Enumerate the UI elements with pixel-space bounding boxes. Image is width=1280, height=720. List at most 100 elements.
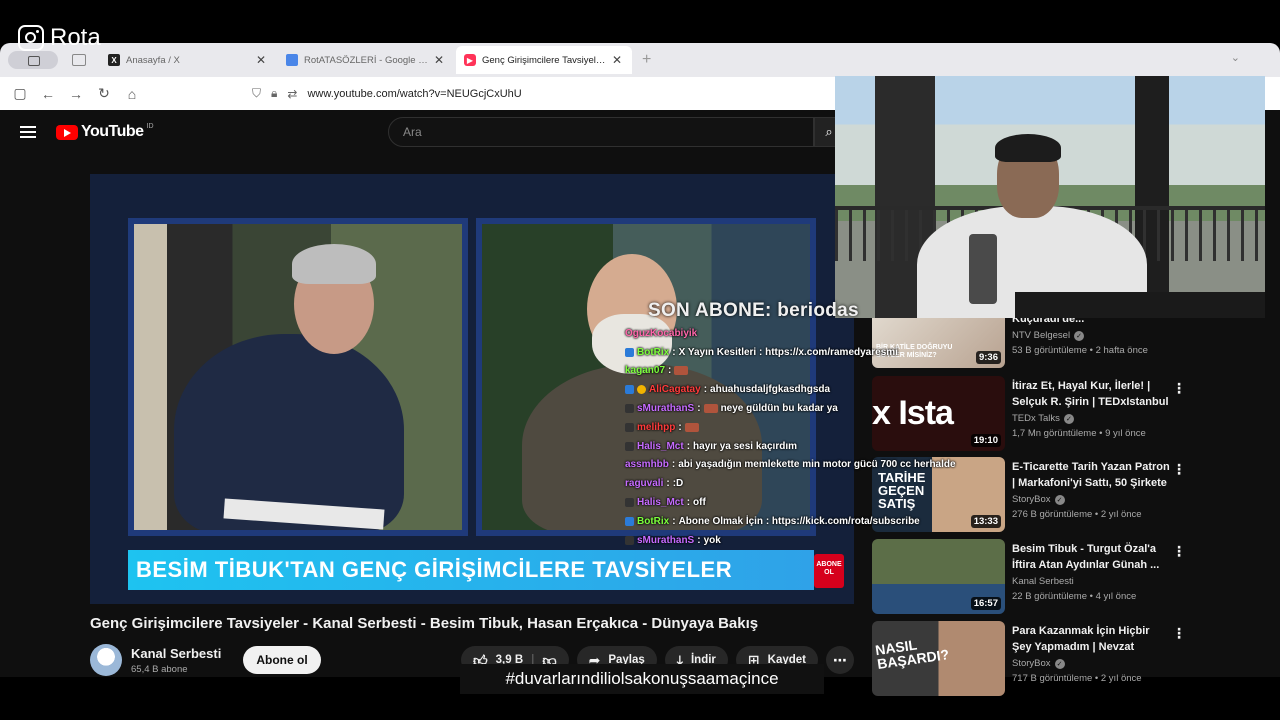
badge-icon <box>625 441 634 451</box>
badge-icon <box>625 498 634 508</box>
home-icon[interactable]: ⌂ <box>124 86 140 102</box>
video-thumbnail[interactable]: NASIL BAŞARDI? <box>872 621 1005 696</box>
thermos-bottle <box>969 234 997 304</box>
channel-name: NTV Belgesel ✓ <box>1012 330 1172 341</box>
tab-youtube[interactable]: ▶ Genç Girişimcilere Tavsiyeler - Kanal … <box>456 46 632 74</box>
tab-overview-icon[interactable] <box>72 54 86 66</box>
stream-brand: Rota <box>18 24 101 52</box>
verified-icon: ✓ <box>1063 413 1074 424</box>
hashtag-overlay: #duvarlarındiliolsakonuşsaamaçince <box>460 664 824 694</box>
chat-message: BotRix: X Yayın Kesitleri : https://x.com… <box>625 343 965 362</box>
video-meta: Para Kazanmak İçin Hiçbir Şey Yapmadım |… <box>1012 623 1172 684</box>
youtube-wordmark: YouTube <box>81 123 144 140</box>
tab-title: RotATASÖZLERİ - Google Dokümanlar <box>304 54 432 66</box>
person-left-body <box>174 334 404 530</box>
channel-avatar[interactable] <box>90 644 122 676</box>
chat-message: sMurathanS: neye güldün bu kadar ya <box>625 399 965 418</box>
tab-title: Genç Girişimcilere Tavsiyeler - Kanal Se… <box>482 54 610 66</box>
recommended-video[interactable]: NASIL BAŞARDI? Para Kazanmak İçin Hiçbir… <box>872 621 1202 699</box>
sidebar-icon[interactable]: ▢ <box>12 85 28 102</box>
reload-icon[interactable]: ↻ <box>96 85 112 102</box>
youtube-play-icon <box>56 124 78 140</box>
video-stats: 276 B görüntüleme • 2 yıl önce <box>1012 509 1142 520</box>
video-thumbnail[interactable]: 16:57 <box>872 539 1005 614</box>
thumbnail-text: NASIL BAŞARDI? <box>874 636 951 673</box>
video-stats: 717 B görüntüleme • 2 yıl önce <box>1012 673 1142 684</box>
recommended-video[interactable]: 16:57 Besim Tibuk - Turgut Özal'a İftira… <box>872 539 1202 617</box>
badge-icon <box>625 535 634 545</box>
more-options-icon[interactable]: ⋮ <box>1172 625 1186 642</box>
subscribe-badge: ABONE OL <box>814 554 844 588</box>
close-tab-icon[interactable]: ✕ <box>254 53 268 67</box>
video-meta: Besim Tibuk - Turgut Özal'a İftira Atan … <box>1012 541 1172 602</box>
video-title[interactable]: Besim Tibuk - Turgut Özal'a İftira Atan … <box>1012 541 1172 573</box>
subscribe-button[interactable]: Abone ol <box>243 646 321 674</box>
streamer-hair <box>995 134 1061 162</box>
chat-message: raguvali::D <box>625 478 684 490</box>
screen: Rota X Anasayfa / X ✕ RotATASÖZLERİ - Go… <box>0 0 1280 720</box>
tab-x[interactable]: X Anasayfa / X ✕ <box>100 46 276 74</box>
video-duration: 9:36 <box>975 351 1001 364</box>
close-tab-icon[interactable]: ✕ <box>432 53 446 67</box>
stream-chat: OguzKocabiyik BotRix: X Yayın Kesitleri :… <box>625 324 965 550</box>
new-tab-icon[interactable]: + <box>642 51 651 69</box>
badge-icon <box>625 422 634 432</box>
channel-name: StoryBox ✓ <box>1012 658 1172 669</box>
chat-message: kagan07: <box>625 362 965 381</box>
sidebar-toggle-button[interactable] <box>8 51 58 69</box>
emote-icon <box>684 422 699 432</box>
tab-google-docs[interactable]: RotATASÖZLERİ - Google Dokümanlar ✕ <box>278 46 454 74</box>
chat-message: OguzKocabiyik <box>625 327 698 339</box>
chat-message: AliCagatay: ahuahusdaljfgkasdhgsda <box>625 380 965 399</box>
url-text[interactable]: www.youtube.com/watch?v=NEUGcjCxUhU <box>307 88 521 100</box>
brand-name: Rota <box>50 24 101 51</box>
guest-left-image <box>134 224 462 530</box>
more-options-icon[interactable]: ⋮ <box>1172 461 1186 478</box>
close-tab-icon[interactable]: ✕ <box>610 53 624 67</box>
tab-title: Anasayfa / X <box>126 54 180 66</box>
sub-badge-icon <box>637 385 646 395</box>
shield-icon[interactable]: ⛉ <box>252 86 261 101</box>
channel-name[interactable]: Kanal Serbesti <box>131 646 221 661</box>
video-duration: 13:33 <box>970 515 1001 528</box>
chat-message: melihpp: <box>625 418 965 437</box>
video-title[interactable]: E-Ticarette Tarih Yazan Patron | Markafo… <box>1012 459 1172 491</box>
last-subscriber-label: SON ABONE: beriodas <box>648 300 859 321</box>
x-logo-icon: X <box>108 54 120 66</box>
chat-message: Halis_Mct: hayır ya sesi kaçırdım <box>625 437 965 456</box>
forward-icon[interactable]: → <box>68 86 84 102</box>
video-stats: 53 B görüntüleme • 2 hafta önce <box>1012 345 1148 356</box>
video-title: Genç Girişimcilere Tavsiyeler - Kanal Se… <box>90 615 759 632</box>
more-actions-icon[interactable]: ⋯ <box>826 646 854 674</box>
channel-info: Kanal Serbesti 65,4 B abone <box>131 646 221 675</box>
tab-list-chevron-icon[interactable]: ⌄ <box>1231 51 1240 64</box>
bot-badge-icon <box>625 516 634 526</box>
channel-name: TEDx Talks ✓ <box>1012 413 1172 424</box>
video-title[interactable]: Para Kazanmak İçin Hiçbir Şey Yapmadım |… <box>1012 623 1172 655</box>
channel-name: StoryBox ✓ <box>1012 494 1172 505</box>
more-options-icon[interactable]: ⋮ <box>1172 543 1186 560</box>
more-options-icon[interactable]: ⋮ <box>1172 380 1186 397</box>
search-input[interactable]: Ara <box>388 117 814 147</box>
menu-icon[interactable] <box>20 126 36 138</box>
verified-icon: ✓ <box>1074 330 1085 341</box>
region-code: ID <box>146 123 154 130</box>
chat-message: Halis_Mct: off <box>625 493 965 512</box>
youtube-logo[interactable]: YouTube ID <box>56 123 154 141</box>
video-title[interactable]: İtiraz Et, Hayal Kur, İlerle! | Selçuk R… <box>1012 378 1172 410</box>
address-bar[interactable]: ⛉ 🔒︎ ⇄ www.youtube.com/watch?v=NEUGcjCxU… <box>252 86 522 101</box>
docs-icon <box>286 54 298 66</box>
lock-icon[interactable]: 🔒︎ <box>271 86 277 101</box>
channel-name: Kanal Serbesti <box>1012 576 1074 587</box>
person-left-hair <box>292 244 376 284</box>
chat-message: sMurathanS: yok <box>625 531 965 550</box>
permissions-icon[interactable]: ⇄ <box>287 87 297 101</box>
webcam-overlay <box>835 76 1265 318</box>
instagram-icon <box>18 25 44 51</box>
subscriber-count: 65,4 B abone <box>131 663 188 675</box>
laptop <box>1015 292 1265 318</box>
bot-badge-icon <box>625 347 634 357</box>
video-frame-left <box>128 218 468 536</box>
back-icon[interactable]: ← <box>40 86 56 102</box>
video-meta: E-Ticarette Tarih Yazan Patron | Markafo… <box>1012 459 1172 520</box>
